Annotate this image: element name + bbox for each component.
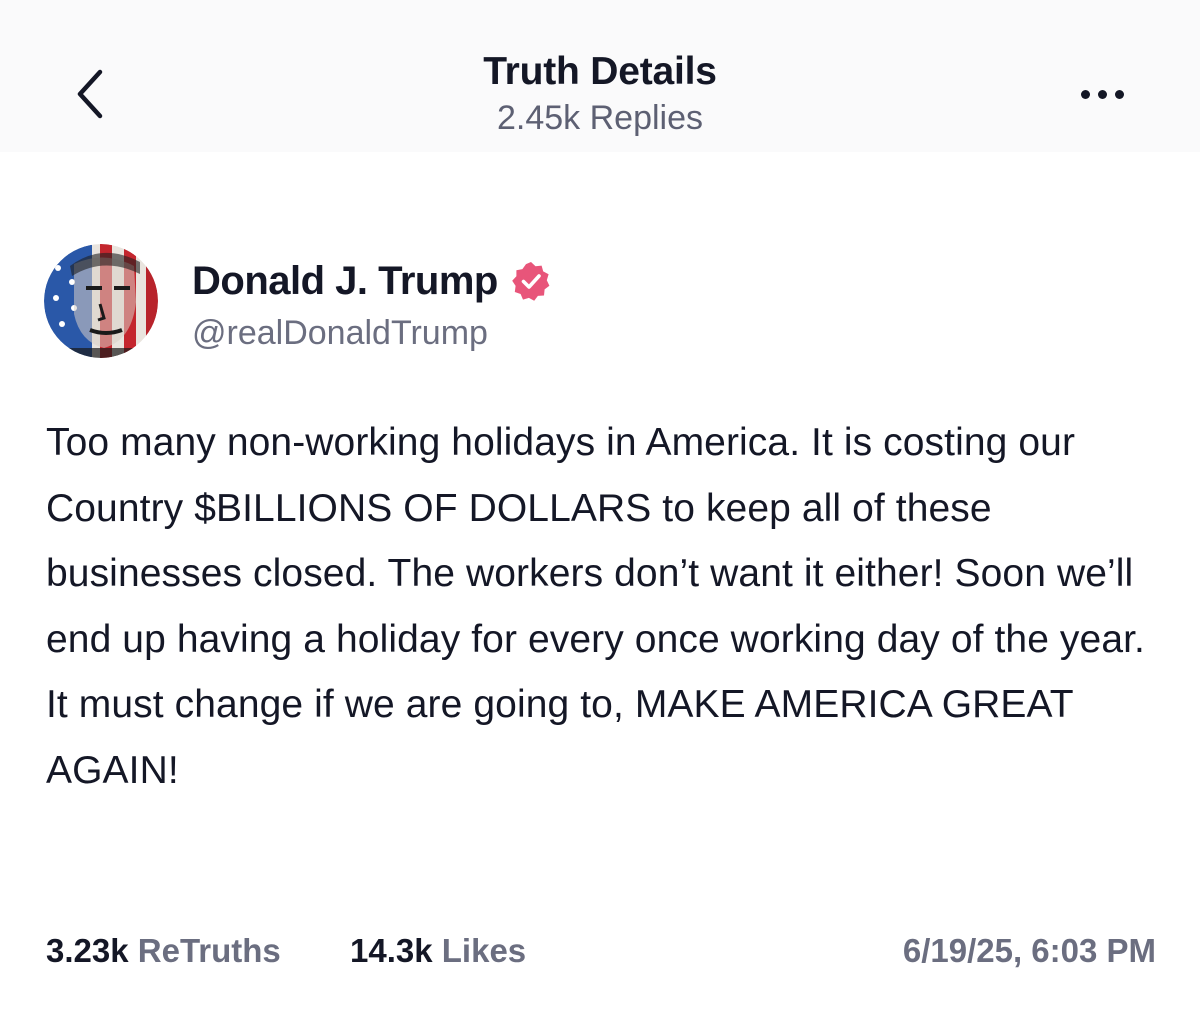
retruths-stat[interactable]: 3.23k ReTruths bbox=[46, 928, 281, 974]
verified-badge-icon bbox=[510, 260, 552, 302]
truth-details-screen: Truth Details 2.45k Replies Donald J. Tr… bbox=[0, 0, 1200, 1027]
more-options-button[interactable] bbox=[1066, 74, 1138, 114]
likes-count: 14.3k bbox=[350, 932, 433, 969]
replies-count[interactable]: 2.45k Replies bbox=[300, 97, 900, 139]
page-title: Truth Details bbox=[483, 50, 717, 93]
back-button[interactable] bbox=[60, 58, 120, 130]
author-name: Donald J. Trump bbox=[192, 258, 498, 303]
retruths-count: 3.23k bbox=[46, 932, 129, 969]
avatar-image bbox=[44, 244, 158, 358]
more-horizontal-icon bbox=[1114, 89, 1124, 99]
author-handle[interactable]: @realDonaldTrump bbox=[192, 314, 488, 353]
post-stats: 3.23k ReTruths 14.3k Likes 6/19/25, 6:03… bbox=[46, 928, 1156, 974]
top-bar: Truth Details 2.45k Replies bbox=[0, 0, 1200, 152]
header-titles: Truth Details 2.45k Replies bbox=[300, 50, 900, 139]
more-horizontal-icon bbox=[1097, 89, 1107, 99]
post-timestamp: 6/19/25, 6:03 PM bbox=[902, 932, 1156, 969]
avatar[interactable] bbox=[44, 244, 158, 358]
retruths-label: ReTruths bbox=[137, 932, 281, 969]
author-name-row[interactable]: Donald J. Trump bbox=[192, 257, 552, 305]
chevron-left-icon bbox=[77, 69, 103, 119]
more-horizontal-icon bbox=[1080, 89, 1090, 99]
likes-label: Likes bbox=[441, 932, 527, 969]
likes-stat[interactable]: 14.3k Likes bbox=[350, 928, 526, 974]
post-body: Too many non-working holidays in America… bbox=[46, 421, 1145, 792]
